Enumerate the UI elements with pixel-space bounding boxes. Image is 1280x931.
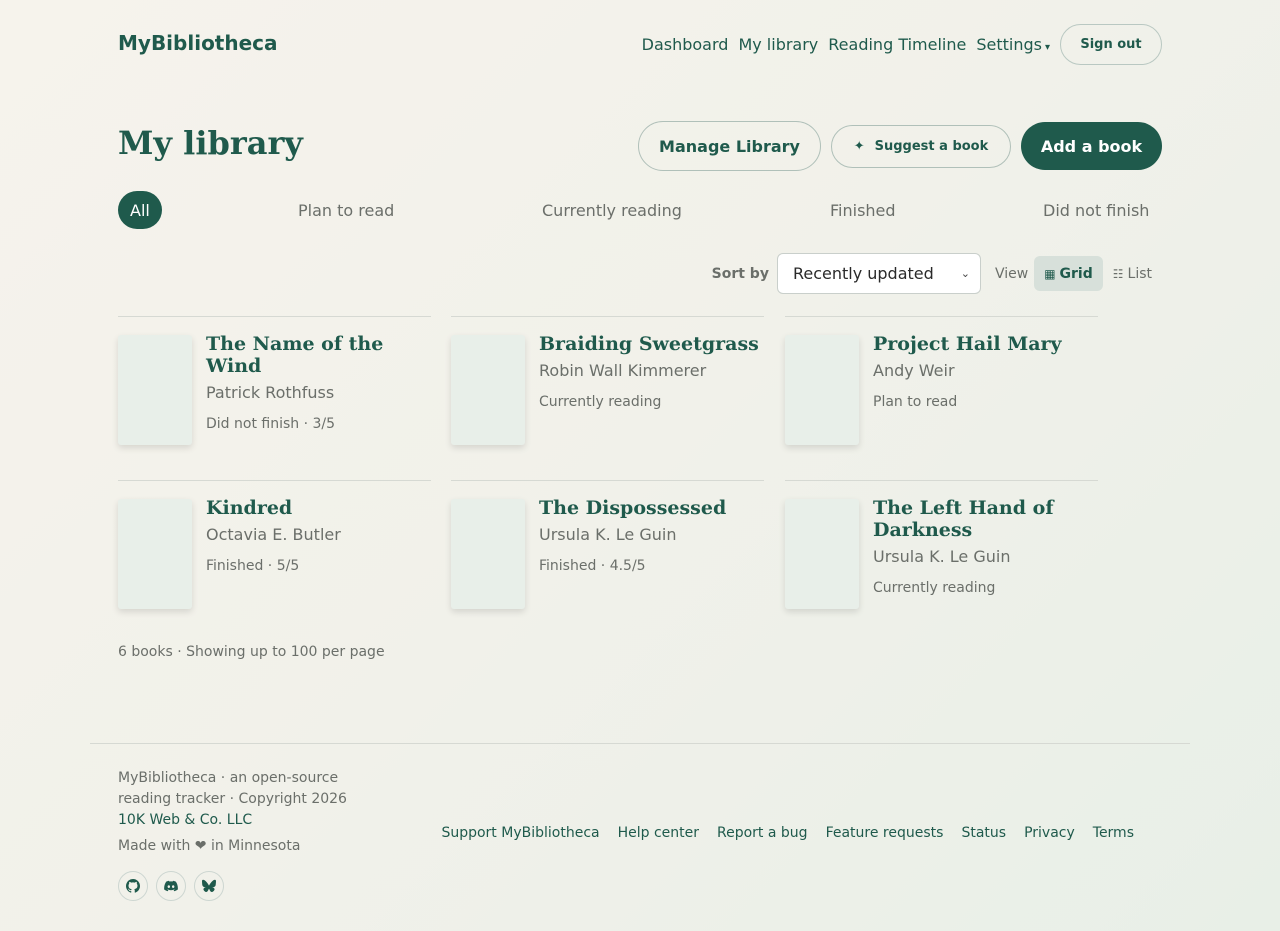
book-author: Octavia E. Butler <box>206 525 341 544</box>
book-title[interactable]: The Dispossessed <box>539 497 764 519</box>
book-status: Currently reading <box>873 580 996 596</box>
book-cover[interactable] <box>785 335 859 445</box>
footer-link-report-bug[interactable]: Report a bug <box>717 825 808 841</box>
book-author: Ursula K. Le Guin <box>539 525 677 544</box>
book-status: Plan to read <box>873 394 958 410</box>
book-card[interactable]: The Left Hand of Darkness Ursula K. Le G… <box>785 480 1098 628</box>
book-info: Project Hail Mary Andy Weir Plan to read <box>873 333 1098 410</box>
book-author: Andy Weir <box>873 361 955 380</box>
footer-divider <box>90 743 1190 744</box>
sparkle-icon: ✦ <box>853 139 865 154</box>
footer-link-help-center[interactable]: Help center <box>618 825 699 841</box>
view-grid-button[interactable]: ▦ Grid <box>1034 256 1103 291</box>
book-status: Finished · 5/5 <box>206 558 300 574</box>
nav-reading-timeline[interactable]: Reading Timeline <box>828 35 966 54</box>
sort-view-bar: Sort by Recently updated ⌄ View ▦ Grid ☷… <box>712 253 1162 294</box>
book-title[interactable]: Kindred <box>206 497 431 519</box>
nav-settings[interactable]: Settings ▾ <box>976 35 1050 54</box>
add-book-button[interactable]: Add a book <box>1021 122 1162 170</box>
view-list-label: List <box>1127 265 1152 282</box>
chevron-down-icon: ⌄ <box>960 267 970 280</box>
sort-selected-value: Recently updated <box>792 264 934 283</box>
sort-label: Sort by <box>711 265 769 282</box>
book-info: Kindred Octavia E. Butler Finished · 5/5 <box>206 497 431 574</box>
list-icon: ☷ <box>1112 266 1124 281</box>
footer-made-with: Made with ❤ in Minnesota <box>118 838 301 854</box>
book-cover[interactable] <box>785 499 859 609</box>
filter-currently-reading[interactable]: Currently reading <box>542 191 682 229</box>
brand-logo[interactable]: MyBibliotheca <box>118 31 278 55</box>
github-link[interactable] <box>118 871 148 901</box>
book-cover[interactable] <box>451 335 525 445</box>
filter-plan-to-read[interactable]: Plan to read <box>298 191 394 229</box>
discord-link[interactable] <box>156 871 186 901</box>
book-status: Currently reading <box>539 394 662 410</box>
view-grid-label: Grid <box>1059 265 1093 282</box>
book-info: Braiding Sweetgrass Robin Wall Kimmerer … <box>539 333 764 410</box>
book-count-summary: 6 books · Showing up to 100 per page <box>118 644 385 660</box>
footer-link-status[interactable]: Status <box>961 825 1006 841</box>
filter-did-not-finish[interactable]: Did not finish <box>1043 191 1149 229</box>
nav-dashboard[interactable]: Dashboard <box>642 35 729 54</box>
footer-link-support[interactable]: Support MyBibliotheca <box>441 825 599 841</box>
nav-settings-label: Settings <box>976 35 1042 54</box>
book-cover[interactable] <box>118 499 192 609</box>
github-icon <box>126 879 140 893</box>
page-title: My library <box>118 124 303 162</box>
filter-finished[interactable]: Finished <box>830 191 896 229</box>
book-card[interactable]: The Name of the Wind Patrick Rothfuss Di… <box>118 316 431 464</box>
book-info: The Name of the Wind Patrick Rothfuss Di… <box>206 333 431 432</box>
book-title[interactable]: Project Hail Mary <box>873 333 1098 355</box>
top-nav: Dashboard My library Reading Timeline Se… <box>632 24 1162 65</box>
caret-down-icon: ▾ <box>1044 42 1050 53</box>
book-card[interactable]: Kindred Octavia E. Butler Finished · 5/5 <box>118 480 431 628</box>
bluesky-link[interactable] <box>194 871 224 901</box>
suggest-book-label: Suggest a book <box>874 139 989 154</box>
footer-description: MyBibliotheca · an open-source reading t… <box>118 770 347 807</box>
book-status: Finished · 4.5/5 <box>539 558 646 574</box>
sign-out-button[interactable]: Sign out <box>1060 24 1162 65</box>
view-label: View <box>994 265 1029 282</box>
footer-company-link[interactable]: 10K Web & Co. LLC <box>118 812 252 828</box>
book-cover[interactable] <box>451 499 525 609</box>
manage-library-button[interactable]: Manage Library <box>638 121 821 171</box>
grid-icon: ▦ <box>1044 266 1056 281</box>
book-author: Ursula K. Le Guin <box>873 547 1011 566</box>
book-info: The Dispossessed Ursula K. Le Guin Finis… <box>539 497 764 574</box>
social-links <box>118 871 232 901</box>
status-filter-tabs: All Plan to read Currently reading Finis… <box>118 191 1162 229</box>
book-author: Robin Wall Kimmerer <box>539 361 707 380</box>
book-title[interactable]: The Left Hand of Darkness <box>873 497 1098 541</box>
view-list-button[interactable]: ☷ List <box>1103 256 1162 291</box>
book-info: The Left Hand of Darkness Ursula K. Le G… <box>873 497 1098 596</box>
discord-icon <box>164 880 178 892</box>
nav-my-library[interactable]: My library <box>738 35 818 54</box>
book-card[interactable]: The Dispossessed Ursula K. Le Guin Finis… <box>451 480 764 628</box>
book-title[interactable]: The Name of the Wind <box>206 333 431 377</box>
book-title[interactable]: Braiding Sweetgrass <box>539 333 764 355</box>
bluesky-icon <box>202 879 216 892</box>
book-card[interactable]: Project Hail Mary Andy Weir Plan to read <box>785 316 1098 464</box>
book-author: Patrick Rothfuss <box>206 383 335 402</box>
footer-link-privacy[interactable]: Privacy <box>1024 825 1075 841</box>
book-cover[interactable] <box>118 335 192 445</box>
book-card[interactable]: Braiding Sweetgrass Robin Wall Kimmerer … <box>451 316 764 464</box>
footer-links: Support MyBibliotheca Help center Report… <box>423 825 1134 841</box>
footer-link-terms[interactable]: Terms <box>1093 825 1134 841</box>
sort-select[interactable]: Recently updated ⌄ <box>776 253 981 294</box>
suggest-book-button[interactable]: ✦ Suggest a book <box>831 125 1011 168</box>
footer-link-feature-requests[interactable]: Feature requests <box>826 825 944 841</box>
book-status: Did not finish · 3/5 <box>206 416 336 432</box>
filter-all[interactable]: All <box>118 191 162 229</box>
